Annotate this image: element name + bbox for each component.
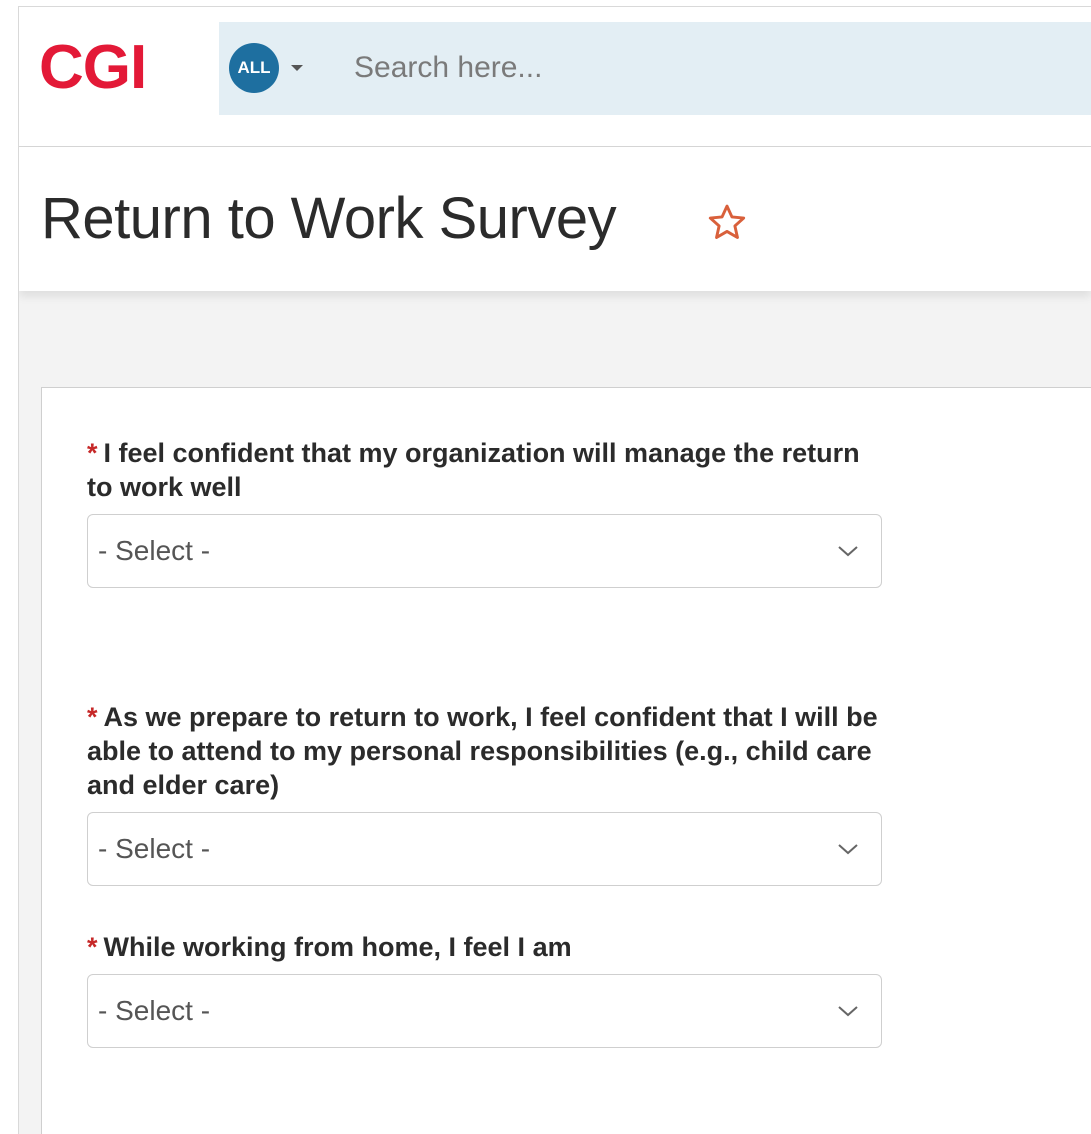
required-marker: * (87, 702, 98, 732)
caret-down-icon (291, 65, 303, 71)
question-3-text: While working from home, I feel I am (103, 932, 572, 962)
survey-form-card: * I feel confident that my organization w… (41, 387, 1091, 1134)
chevron-down-icon (838, 546, 858, 557)
chevron-down-icon (838, 1006, 858, 1017)
question-3-select-value: - Select - (98, 995, 211, 1026)
question-2-label: * As we prepare to return to work, I feel… (87, 700, 882, 802)
question-3-label: * While working from home, I feel I am (87, 930, 882, 964)
app-frame: CGI ALL Return to Work Survey *I feel co… (18, 6, 1091, 1134)
question-2: * As we prepare to return to work, I feel… (87, 700, 882, 886)
search-input[interactable] (354, 42, 1054, 94)
question-1: * I feel confident that my organization w… (87, 436, 882, 588)
question-1-text: I feel confident that my organization wi… (87, 438, 860, 502)
question-3: * While working from home, I feel I am - … (87, 930, 882, 1048)
question-1-select-value: - Select - (98, 535, 211, 566)
search-scope-dropdown[interactable]: ALL (229, 43, 303, 93)
scope-badge: ALL (229, 43, 279, 93)
question-2-select[interactable]: - Select - (87, 812, 882, 886)
required-marker: * (87, 932, 98, 962)
question-3-select[interactable]: - Select - (87, 974, 882, 1048)
question-2-text: As we prepare to return to work, I feel … (87, 702, 878, 800)
page-title: Return to Work Survey (41, 186, 617, 251)
cgi-logo[interactable]: CGI (39, 37, 147, 99)
question-1-select[interactable]: - Select - (87, 514, 882, 588)
question-1-label: * I feel confident that my organization w… (87, 436, 882, 504)
chevron-down-icon (838, 844, 858, 855)
star-outline-icon[interactable] (705, 201, 749, 245)
title-bar: Return to Work Survey (19, 147, 1091, 291)
search-bar: ALL (219, 22, 1091, 115)
required-marker: * (87, 438, 98, 468)
question-2-select-value: - Select - (98, 833, 211, 864)
top-header: CGI ALL (19, 7, 1091, 147)
